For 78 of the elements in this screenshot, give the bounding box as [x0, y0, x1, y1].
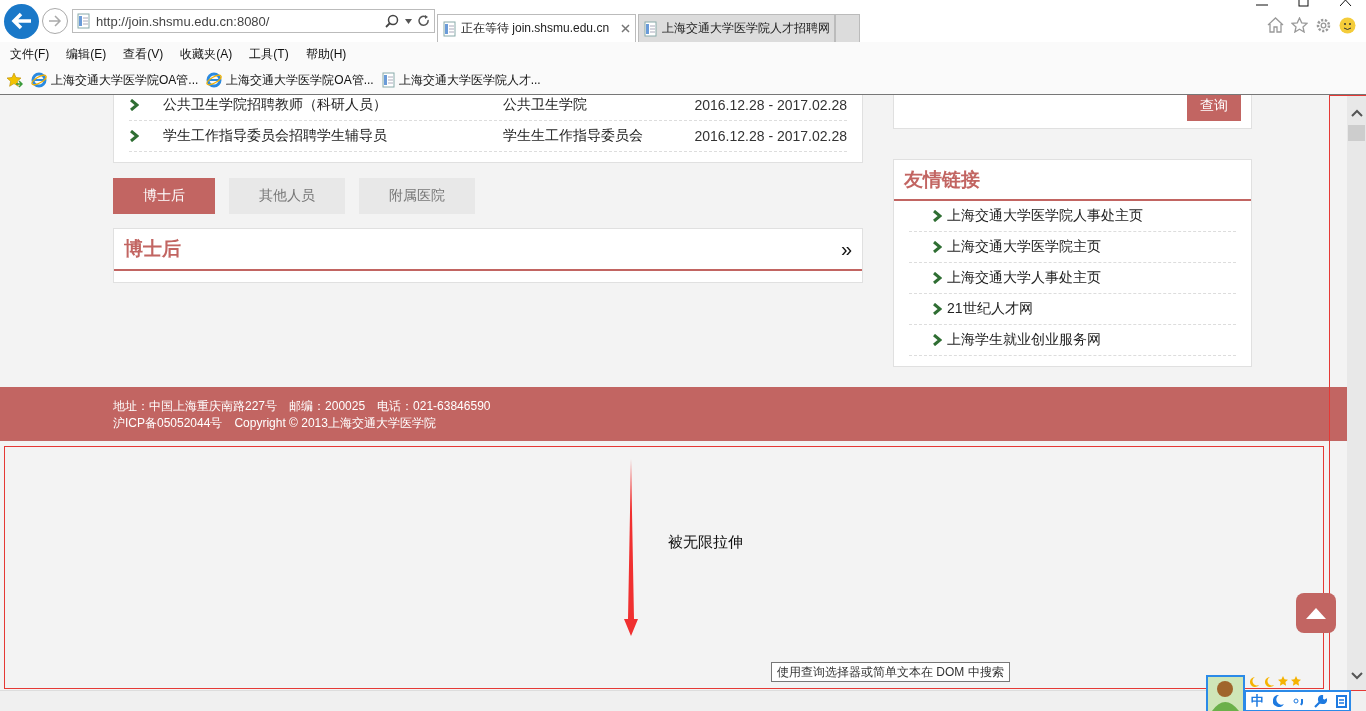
menu-item[interactable]: 编辑(E) — [66, 45, 107, 63]
search-button[interactable]: 查询 — [1187, 95, 1241, 121]
caret-icon[interactable] — [405, 18, 412, 24]
refresh-icon[interactable] — [418, 14, 430, 28]
moon-icon[interactable] — [1273, 695, 1284, 707]
scrollbar[interactable] — [1347, 95, 1366, 690]
favorite-link[interactable]: 上海交通大学医学院人才... — [381, 71, 541, 89]
forward-arrow-icon — [47, 14, 63, 28]
page-icon — [644, 20, 657, 37]
menu-item[interactable]: 文件(F) — [10, 45, 50, 63]
triangle-up-icon — [1306, 607, 1326, 619]
date-range-text: 2016.12.28 - 2017.02.28 — [694, 97, 847, 113]
department-text: 公共卫生学院 — [503, 96, 588, 114]
moon-icon — [1248, 676, 1260, 688]
menu-item[interactable]: 工具(T) — [249, 45, 289, 63]
menu-item[interactable]: 查看(V) — [123, 45, 164, 63]
menu-item[interactable]: 帮助(H) — [305, 45, 347, 63]
department-text: 学生生工作指导委员会 — [503, 127, 644, 145]
punctuation-icon[interactable] — [1293, 696, 1305, 706]
star-icon — [1278, 676, 1288, 686]
favorite-link[interactable]: 上海交通大学医学院OA管... — [206, 71, 374, 89]
back-to-top-button[interactable] — [1296, 593, 1336, 633]
date-range-text: 2016.12.28 - 2017.02.28 — [694, 128, 847, 144]
chevron-icon — [932, 272, 942, 284]
favorites-star-icon[interactable] — [6, 72, 23, 88]
footer-text: 沪ICP备05052044号 — [113, 415, 223, 431]
back-button[interactable] — [4, 3, 39, 39]
friend-link[interactable]: 上海交通大学医学院人事处主页 — [947, 207, 1143, 225]
smiley-icon[interactable] — [1339, 16, 1356, 34]
ime-mode-button[interactable]: 中 — [1251, 692, 1264, 710]
scroll-thumb[interactable] — [1348, 125, 1365, 141]
settings-icon[interactable] — [1315, 16, 1332, 34]
forward-button[interactable] — [42, 8, 68, 34]
chevron-icon — [932, 241, 942, 253]
friend-link[interactable]: 上海交通大学人事处主页 — [947, 269, 1101, 287]
moon-icon — [1263, 676, 1275, 688]
search-icon[interactable] — [385, 14, 399, 28]
chevron-icon — [129, 130, 139, 142]
browser-logo-icon — [206, 72, 223, 88]
chevron-icon — [932, 210, 942, 222]
friend-link[interactable]: 上海交通大学医学院主页 — [947, 238, 1101, 256]
scroll-up-icon[interactable] — [1350, 109, 1363, 117]
annotation-text: 被无限拉伸 — [668, 533, 743, 552]
avatar[interactable] — [1206, 675, 1245, 711]
star-icon[interactable] — [1291, 17, 1308, 33]
footer-text: 地址：中国上海重庆南路227号 — [113, 398, 278, 414]
job-title-link[interactable]: 学生工作指导委员会招聘学生辅导员 — [163, 127, 503, 145]
footer-text: 电话：021-63846590 — [377, 398, 491, 414]
menu-item[interactable]: 收藏夹(A) — [180, 45, 233, 63]
panel-title: 博士后 — [124, 237, 181, 261]
friend-link[interactable]: 21世纪人才网 — [947, 300, 1033, 318]
star-icon — [1291, 676, 1301, 686]
friend-link[interactable]: 上海学生就业创业服务网 — [947, 331, 1101, 349]
scroll-down-icon[interactable] — [1350, 672, 1363, 680]
home-icon[interactable] — [1267, 17, 1284, 33]
page-icon — [381, 72, 395, 88]
category-tab[interactable]: 其他人员 — [229, 178, 345, 214]
clipboard-icon[interactable] — [1336, 694, 1347, 708]
browser-tab[interactable]: 正在等待 join.shsmu.edu.cn — [437, 14, 636, 42]
job-title-link[interactable]: 公共卫生学院招聘教师（科研人员） — [163, 96, 503, 114]
back-arrow-icon — [10, 12, 33, 30]
wrench-icon[interactable] — [1314, 694, 1327, 708]
tooltip: 使用查询选择器或简单文本在 DOM 中搜索 — [771, 662, 1010, 682]
chevron-icon — [932, 334, 942, 346]
footer-text: 邮编：200025 — [289, 398, 366, 414]
page-icon — [77, 13, 90, 29]
address-field[interactable]: http://join.shsmu.edu.cn:8080/ — [72, 9, 435, 33]
favorite-link[interactable]: 上海交通大学医学院OA管... — [31, 71, 199, 89]
browser-logo-icon — [31, 72, 47, 88]
browser-tab[interactable]: 上海交通大学医学院人才招聘网 — [638, 14, 835, 42]
chevron-icon — [129, 99, 139, 111]
chevron-icon — [932, 303, 942, 315]
links-title: 友情链接 — [904, 167, 980, 192]
page-icon — [443, 20, 456, 37]
footer-text: Copyright © 2013上海交通大学医学院 — [234, 415, 436, 431]
category-tab[interactable]: 博士后 — [113, 178, 215, 214]
category-tab[interactable]: 附属医院 — [359, 178, 475, 214]
more-link[interactable]: » — [840, 237, 852, 261]
